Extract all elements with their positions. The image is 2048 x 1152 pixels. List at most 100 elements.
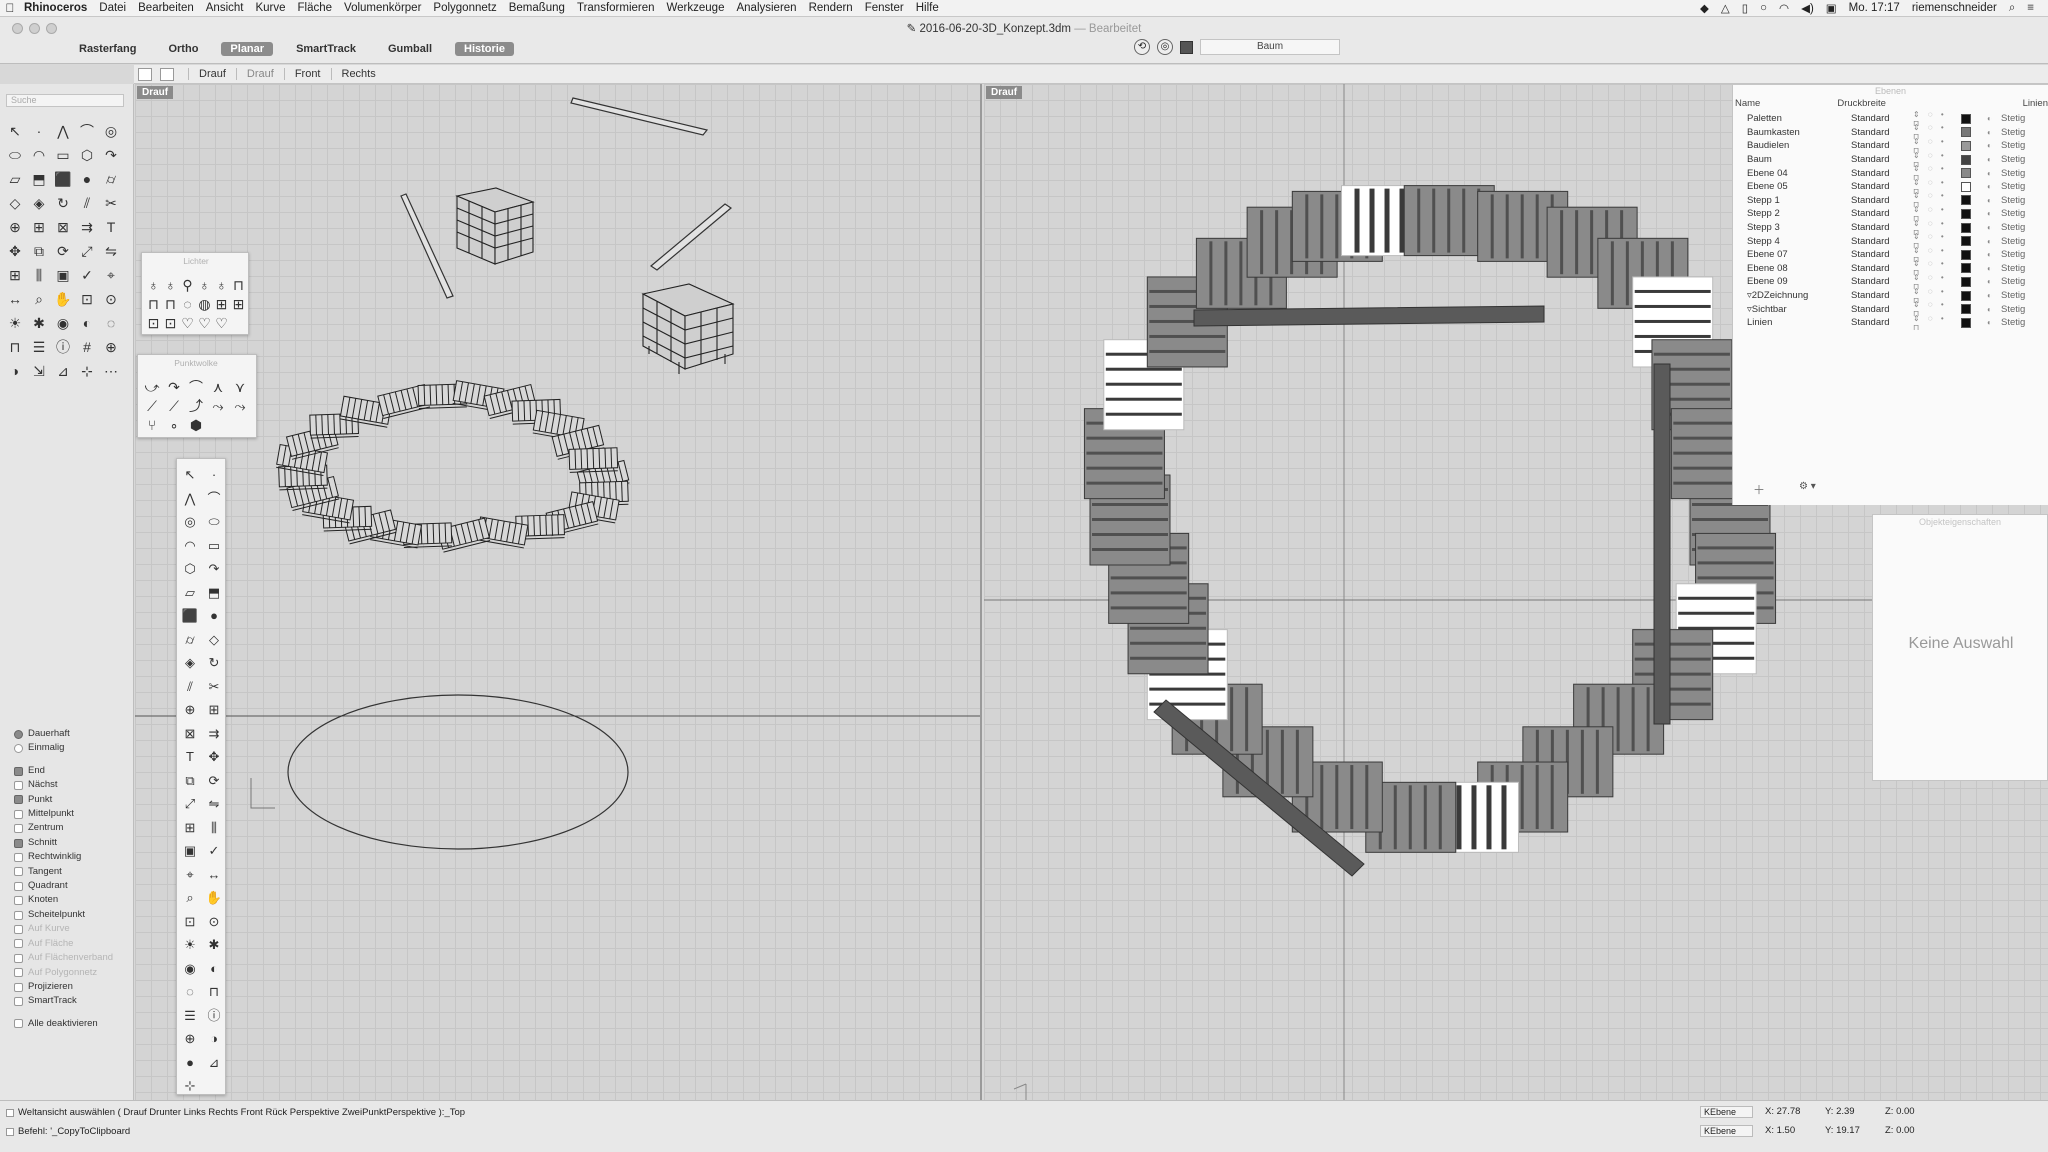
layer-print-width[interactable]: Standard xyxy=(1851,249,1913,260)
group-icon[interactable]: ⊡ xyxy=(162,312,179,331)
layer-color-swatch[interactable] xyxy=(1961,113,1971,124)
material-icon[interactable]: ◐ xyxy=(1987,223,2001,232)
zoom-extents-icon[interactable]: ⊙ xyxy=(99,287,123,311)
app-menu[interactable]: Rhinoceros xyxy=(24,2,87,14)
material-icon[interactable]: ◐ xyxy=(1987,141,2001,150)
group-icon[interactable]: ⊡ xyxy=(145,312,162,331)
offset-icon[interactable]: ⇉ xyxy=(202,722,226,746)
point-icon[interactable]: · xyxy=(202,463,226,487)
material-icon[interactable]: ◐ xyxy=(1987,182,2001,191)
snap-icon[interactable]: ⊹ xyxy=(178,1074,202,1098)
layer-linetype[interactable]: Stetig xyxy=(2001,222,2025,233)
lock-icon[interactable]: ⊓ xyxy=(162,293,179,312)
tab-rechts[interactable]: Rechts xyxy=(342,68,376,80)
layer-color-swatch[interactable] xyxy=(1961,222,1971,233)
properties-icon[interactable]: ⓘ xyxy=(51,335,75,359)
layer-linetype[interactable]: Stetig xyxy=(2001,236,2025,247)
toggle-ortho[interactable]: Ortho xyxy=(159,42,207,56)
checkbox-icon[interactable] xyxy=(14,766,23,776)
menu-ansicht[interactable]: Ansicht xyxy=(206,2,244,14)
explode-icon[interactable]: ⊠ xyxy=(51,215,75,239)
camera-icon[interactable]: ◉ xyxy=(178,957,202,981)
group-icon[interactable]: ▣ xyxy=(178,839,202,863)
osnap-zentrum[interactable]: Zentrum xyxy=(14,821,113,835)
drive-icon[interactable]: △ xyxy=(1721,1,1730,15)
toggle-gumball[interactable]: Gumball xyxy=(379,42,441,56)
sweep-icon[interactable]: ◈ xyxy=(178,651,202,675)
grid-icon[interactable]: ⊞ xyxy=(230,293,247,312)
extrude-icon[interactable]: ⬒ xyxy=(202,581,226,605)
line-icon[interactable]: ⤳ xyxy=(229,395,251,414)
command-prompt[interactable]: Weltansicht auswählen ( Drauf Drunter Li… xyxy=(6,1107,465,1118)
layer-color-swatch[interactable] xyxy=(1961,127,1971,138)
layer-row[interactable]: Stepp 4 Standard ⇕ ◌ • ⊓ ◐ Stetig xyxy=(1733,232,2048,250)
col-linetype[interactable]: Linien xyxy=(2023,98,2048,112)
layer-color-swatch[interactable] xyxy=(1961,304,1971,315)
layer-icon[interactable]: ☰ xyxy=(178,1004,202,1028)
layer-color-swatch[interactable] xyxy=(1961,154,1971,165)
mirror-icon[interactable]: ⇋ xyxy=(202,792,226,816)
copy-icon[interactable]: ⧉ xyxy=(178,769,202,793)
bulb-icon[interactable]: ♁ xyxy=(196,274,213,293)
zoom-window-icon[interactable]: ⊡ xyxy=(178,910,202,934)
scale-icon[interactable]: ⤢ xyxy=(75,239,99,263)
material-icon[interactable]: ◐ xyxy=(1987,318,2001,327)
layer-print-width[interactable]: Standard xyxy=(1851,113,1913,124)
layer-print-width[interactable]: Standard xyxy=(1851,140,1913,151)
align-icon[interactable]: ⫼ xyxy=(202,816,226,840)
arc-icon[interactable]: ◠ xyxy=(27,143,51,167)
layer-name[interactable]: Linien xyxy=(1733,317,1851,328)
pan-icon[interactable]: ✋ xyxy=(202,886,226,910)
osnap-mittelpunkt[interactable]: Mittelpunkt xyxy=(14,807,113,821)
menu-fenster[interactable]: Fenster xyxy=(865,2,904,14)
cylinder-icon[interactable]: ⌭ xyxy=(99,167,123,191)
layer-color-swatch[interactable] xyxy=(1961,290,1971,301)
line-icon[interactable]: ⤴ xyxy=(185,395,207,414)
grid-icon[interactable]: ⊞ xyxy=(213,293,230,312)
layer-print-width[interactable]: Standard xyxy=(1851,236,1913,247)
text-icon[interactable]: T xyxy=(178,745,202,769)
fillet-icon[interactable]: ↷ xyxy=(202,557,226,581)
layer-color-swatch[interactable] xyxy=(1961,208,1971,219)
radio-icon[interactable] xyxy=(14,729,23,739)
toggle-rasterfang[interactable]: Rasterfang xyxy=(70,42,145,56)
array-icon[interactable]: ⊞ xyxy=(3,263,27,287)
boolean-icon[interactable]: ⊕ xyxy=(3,215,27,239)
layer-name[interactable]: Baumkasten xyxy=(1733,127,1851,138)
layer-print-width[interactable]: Standard xyxy=(1851,208,1913,219)
checkbox-icon[interactable] xyxy=(14,780,23,790)
dropbox-icon[interactable]: ◆ xyxy=(1700,1,1709,15)
layer-name[interactable]: ▿2DZeichnung xyxy=(1733,290,1851,301)
polygon-icon[interactable]: ⬡ xyxy=(75,143,99,167)
material-icon[interactable]: ◐ xyxy=(1987,169,2001,178)
layer-linetype[interactable]: Stetig xyxy=(2001,154,2025,165)
layer-print-width[interactable]: Standard xyxy=(1851,154,1913,165)
heart-icon[interactable]: ♡ xyxy=(213,312,230,331)
checkbox-icon[interactable] xyxy=(14,982,23,992)
tab-drauf-2[interactable]: Drauf xyxy=(247,68,274,80)
check-icon[interactable]: ✓ xyxy=(202,839,226,863)
transform-icon[interactable]: ⇲ xyxy=(27,359,51,383)
material-icon[interactable]: ◐ xyxy=(1987,114,2001,123)
properties-icon[interactable]: ⓘ xyxy=(202,1004,226,1028)
layer-toggle-icons[interactable]: ⇕ ◌ • ⊓ xyxy=(1913,314,1961,332)
checkbox-icon[interactable] xyxy=(14,852,23,862)
grid-icon[interactable]: # xyxy=(75,335,99,359)
checkbox-icon[interactable] xyxy=(14,795,23,805)
zoom-icon[interactable]: ⌕ xyxy=(27,287,51,311)
osnap-projizieren[interactable]: Projizieren xyxy=(14,980,113,994)
layer-print-width[interactable]: Standard xyxy=(1851,304,1913,315)
hide-icon[interactable]: ◌ xyxy=(178,980,202,1004)
render-icon[interactable]: ☀ xyxy=(178,933,202,957)
layer-row[interactable]: ▿2DZeichnung Standard ⇕ ◌ • ⊓ ◐ Stetig xyxy=(1733,287,2048,305)
menu-bearbeiten[interactable]: Bearbeiten xyxy=(138,2,194,14)
copy-icon[interactable]: ⧉ xyxy=(27,239,51,263)
layer-name[interactable]: Baum xyxy=(1733,154,1851,165)
layer-name[interactable]: Paletten xyxy=(1733,113,1851,124)
current-layer-field[interactable]: Baum xyxy=(1200,39,1340,55)
arc-icon[interactable]: ◠ xyxy=(178,534,202,558)
layer-row[interactable]: Linien Standard ⇕ ◌ • ⊓ ◐ Stetig xyxy=(1733,314,2048,332)
layer-name[interactable]: Ebene 09 xyxy=(1733,276,1851,287)
osnap-rechtwinklig[interactable]: Rechtwinklig xyxy=(14,850,113,864)
checkbox-icon[interactable] xyxy=(14,1019,23,1029)
